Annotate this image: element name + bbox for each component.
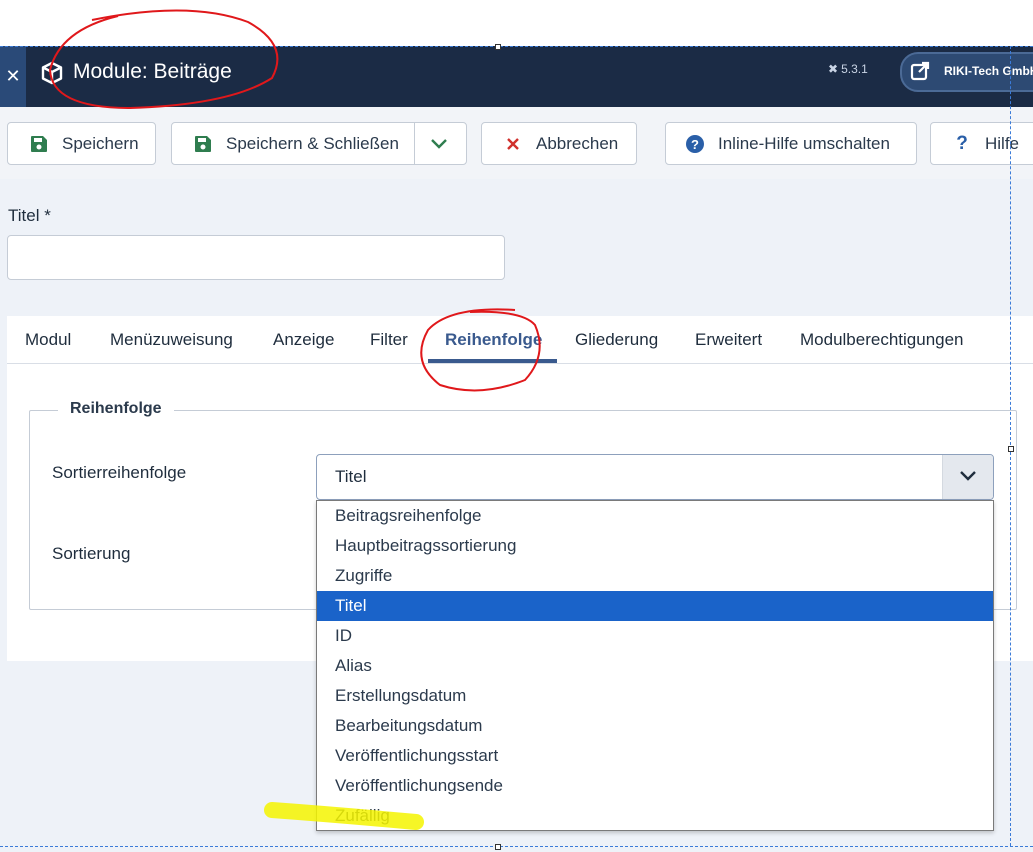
version-label: ✖ 5.3.1 xyxy=(828,62,868,76)
toolbar: Speichern Speichern & Schließen Abbreche… xyxy=(0,107,1033,179)
direction-label: Sortierung xyxy=(52,544,131,563)
title-field-label: Titel * xyxy=(8,206,51,225)
option-veroeffentlichungsende[interactable]: Veröffentlichungsende xyxy=(317,771,993,801)
svg-text:?: ? xyxy=(691,137,699,152)
selection-handle xyxy=(495,844,501,850)
option-zufaellig[interactable]: Zufällig xyxy=(317,801,993,831)
sort-order-value: Titel xyxy=(335,467,367,486)
tab-menuzuweisung[interactable]: Menüzuweisung xyxy=(110,330,233,350)
inline-help-label: Inline-Hilfe umschalten xyxy=(718,133,890,153)
selection-handle xyxy=(495,44,501,50)
option-titel[interactable]: Titel xyxy=(317,591,993,621)
tab-bar: Modul Menüzuweisung Anzeige Filter Reihe… xyxy=(7,316,1033,364)
chevron-down-icon[interactable] xyxy=(430,136,448,156)
option-hauptbeitragssortierung[interactable]: Hauptbeitragssortierung xyxy=(317,531,993,561)
tab-anzeige[interactable]: Anzeige xyxy=(273,330,334,350)
option-erstellungsdatum[interactable]: Erstellungsdatum xyxy=(317,681,993,711)
save-button[interactable]: Speichern xyxy=(7,122,156,165)
title-input[interactable] xyxy=(7,235,505,280)
option-alias[interactable]: Alias xyxy=(317,651,993,681)
question-circle-icon: ? xyxy=(684,133,706,155)
user-name: RIKI-Tech GmbH xyxy=(944,64,1033,78)
help-label: Hilfe xyxy=(985,133,1020,153)
option-beitragsreihenfolge[interactable]: Beitragsreihenfolge xyxy=(317,501,993,531)
tab-modulberechtigungen[interactable]: Modulberechtigungen xyxy=(800,330,964,350)
save-icon xyxy=(28,133,50,155)
chevron-down-icon xyxy=(960,471,976,481)
app-header: ✕ Module: Beiträge ✖ 5.3.1 RIKI-Tech GmbH xyxy=(0,46,1033,107)
module-cube-icon xyxy=(41,61,63,85)
tab-filter[interactable]: Filter xyxy=(370,330,408,350)
select-toggle[interactable] xyxy=(942,455,993,499)
sort-order-select[interactable]: Titel xyxy=(316,454,994,500)
active-tab-indicator xyxy=(428,359,557,363)
option-veroeffentlichungsstart[interactable]: Veröffentlichungsstart xyxy=(317,741,993,771)
page-title: Module: Beiträge xyxy=(73,60,232,83)
external-link-icon xyxy=(910,61,930,81)
save-close-button[interactable]: Speichern & Schließen xyxy=(171,122,467,165)
tab-erweitert[interactable]: Erweitert xyxy=(695,330,762,350)
save-label: Speichern xyxy=(62,133,139,153)
close-icon xyxy=(502,133,524,155)
joomla-logo-icon[interactable]: ✕ xyxy=(0,46,26,107)
cancel-label: Abbrechen xyxy=(536,133,619,153)
save-icon xyxy=(192,133,214,155)
selection-guide-bottom xyxy=(0,846,1033,847)
inline-help-button[interactable]: ? Inline-Hilfe umschalten xyxy=(665,122,917,165)
option-id[interactable]: ID xyxy=(317,621,993,651)
tab-reihenfolge[interactable]: Reihenfolge xyxy=(445,330,542,350)
sort-order-dropdown: Beitragsreihenfolge Hauptbeitragssortier… xyxy=(316,500,994,831)
tab-modul[interactable]: Modul xyxy=(25,330,71,350)
help-button[interactable]: ? Hilfe xyxy=(930,122,1033,165)
split-divider xyxy=(414,123,415,164)
joomla-icon: ✖ xyxy=(828,62,839,76)
question-mark-icon: ? xyxy=(956,132,968,154)
version-number: 5.3.1 xyxy=(841,62,868,76)
save-close-label: Speichern & Schließen xyxy=(226,133,399,153)
cancel-button[interactable]: Abbrechen xyxy=(481,122,637,165)
top-margin xyxy=(0,0,1033,46)
option-bearbeitungsdatum[interactable]: Bearbeitungsdatum xyxy=(317,711,993,741)
option-zugriffe[interactable]: Zugriffe xyxy=(317,561,993,591)
selection-handle xyxy=(1008,446,1014,452)
ordering-legend: Reihenfolge xyxy=(58,400,174,418)
tab-gliederung[interactable]: Gliederung xyxy=(575,330,658,350)
sort-order-label: Sortierreihenfolge xyxy=(52,463,187,482)
user-menu-button[interactable]: RIKI-Tech GmbH xyxy=(900,52,1033,92)
selection-guide-top xyxy=(0,46,1033,47)
